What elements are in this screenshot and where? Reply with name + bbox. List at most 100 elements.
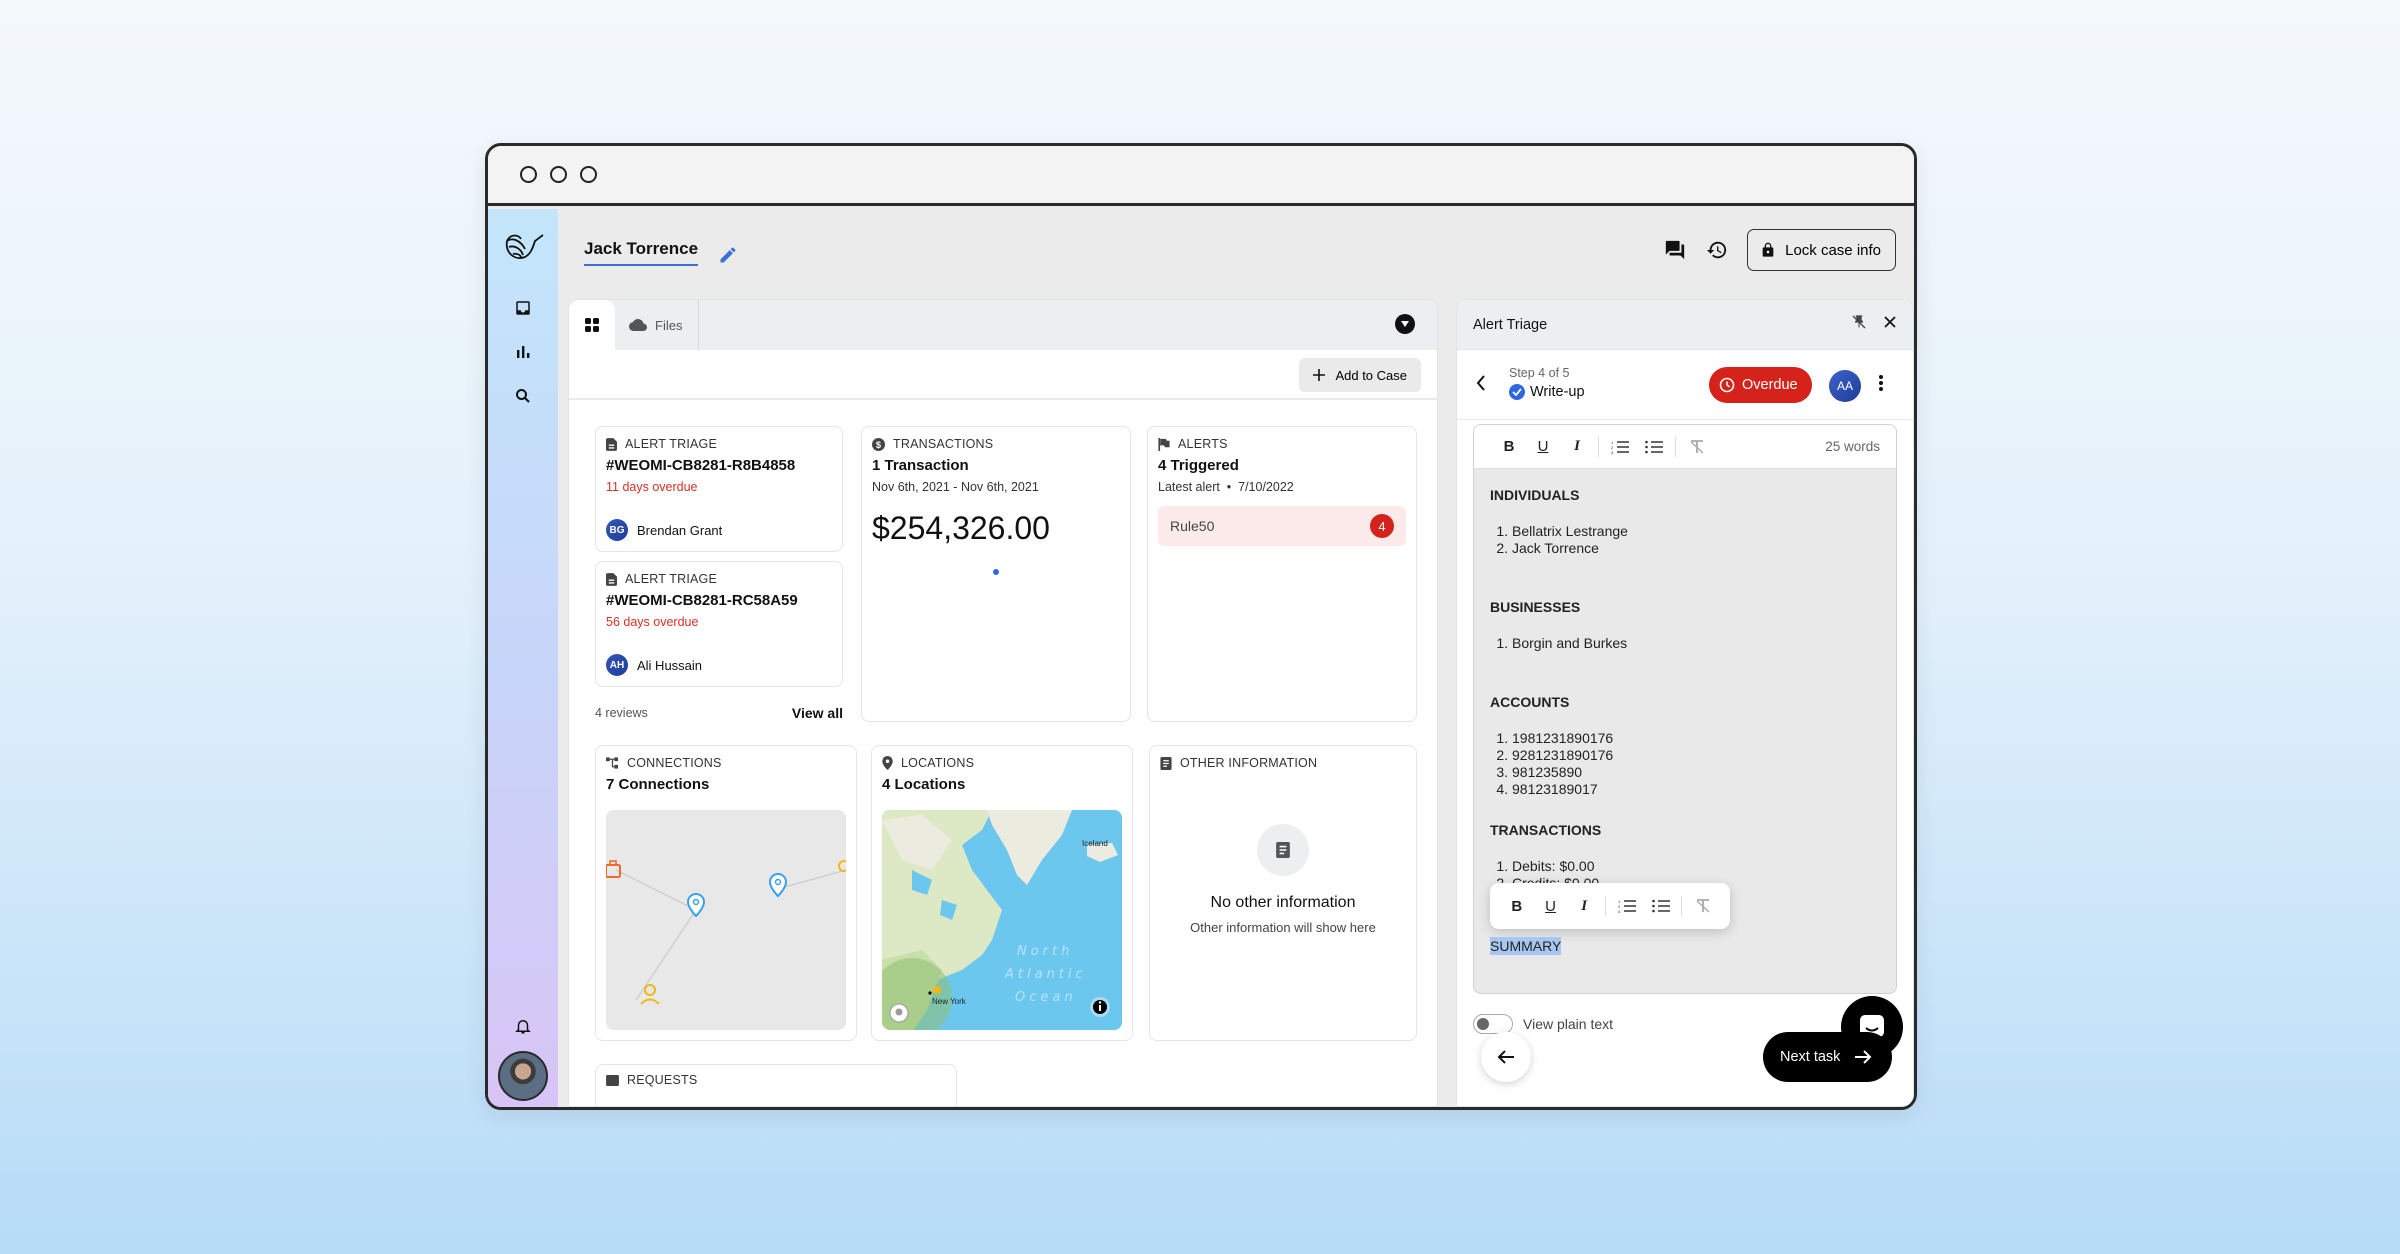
tab-files[interactable]: Files	[615, 300, 700, 350]
underline-button[interactable]: U	[1526, 432, 1560, 462]
arrow-left-icon	[1497, 1050, 1514, 1064]
business-node-icon[interactable]	[606, 860, 621, 878]
panel-tabs: Files	[569, 300, 1437, 350]
bold-button[interactable]: B	[1500, 891, 1534, 921]
card-kicker: OTHER INFORMATION	[1180, 756, 1318, 770]
list-item: Jack Torrence	[1512, 540, 1880, 557]
transactions-card[interactable]: $ TRANSACTIONS 1 Transaction Nov 6th, 202…	[861, 426, 1131, 722]
view-plain-text-toggle[interactable]	[1473, 1014, 1513, 1034]
connections-card[interactable]: CONNECTIONS 7 Connections	[595, 745, 857, 1041]
step-name: Write-up	[1509, 384, 1585, 400]
svg-text:3: 3	[1611, 450, 1614, 454]
bell-icon[interactable]	[512, 1015, 534, 1037]
editor-content[interactable]: INDIVIDUALS Bellatrix Lestrange Jack Tor…	[1474, 469, 1896, 952]
next-task-button[interactable]: Next task	[1763, 1032, 1893, 1082]
clear-format-icon[interactable]	[1680, 432, 1714, 462]
alerts-card[interactable]: ALERTS 4 Triggered Latest alert • 7/10/2…	[1147, 426, 1417, 722]
header-actions: Lock case info	[1663, 229, 1896, 271]
close-icon[interactable]	[1883, 315, 1897, 334]
step-name-label: Write-up	[1530, 384, 1585, 400]
tab-overview[interactable]	[569, 300, 615, 350]
case-title[interactable]: Jack Torrence	[584, 239, 699, 266]
window-titlebar	[488, 146, 1914, 206]
unpin-icon[interactable]	[1851, 314, 1867, 335]
case-overview-panel: Files Add to Case ALERT TRIAGE #WEOMI-CB…	[568, 299, 1438, 1107]
lock-case-info-button[interactable]: Lock case info	[1747, 229, 1896, 271]
history-icon[interactable]	[1705, 238, 1729, 262]
location-node-icon[interactable]	[768, 872, 788, 898]
person-node-icon[interactable]	[838, 860, 846, 872]
connections-graph[interactable]	[606, 810, 846, 1030]
assignee: AH Ali Hussain	[606, 654, 702, 676]
list-item: Debits: $0.00	[1512, 858, 1880, 875]
tab-files-label: Files	[655, 317, 683, 333]
window-maximize-button[interactable]	[580, 166, 597, 183]
assignee-name: Ali Hussain	[637, 657, 703, 673]
panel-title: Alert Triage	[1473, 316, 1548, 333]
window-close-button[interactable]	[520, 166, 537, 183]
numbered-list-icon[interactable]: 123	[1603, 432, 1637, 462]
italic-button[interactable]: I	[1560, 432, 1594, 462]
rule-row[interactable]: Rule50 4	[1158, 506, 1406, 546]
panel-toolbar: Add to Case	[569, 350, 1437, 400]
hummingbird-logo-icon[interactable]	[501, 227, 545, 267]
more-options-icon[interactable]	[1879, 374, 1883, 397]
edit-pencil-icon[interactable]	[718, 245, 738, 265]
cloud-icon	[629, 319, 647, 331]
view-plain-text-row: View plain text	[1473, 1014, 1613, 1034]
card-kicker: CONNECTIONS	[627, 756, 722, 770]
locations-card[interactable]: LOCATIONS 4 Locations Iceland New York N…	[871, 745, 1133, 1041]
bulleted-list-icon[interactable]	[1644, 891, 1678, 921]
location-pin-icon	[882, 756, 893, 770]
write-up-editor[interactable]: B U I 123 25 words INDIVIDUALS Bellatrix…	[1473, 424, 1897, 994]
bulleted-list-icon[interactable]	[1637, 432, 1671, 462]
card-kicker: LOCATIONS	[901, 756, 975, 770]
list-item: Bellatrix Lestrange	[1512, 523, 1880, 540]
bar-chart-icon[interactable]	[512, 341, 534, 363]
previous-task-button[interactable]	[1481, 1032, 1531, 1082]
flag-icon	[1158, 437, 1170, 451]
other-information-card[interactable]: OTHER INFORMATION No other information O…	[1149, 745, 1417, 1041]
lock-icon	[1762, 242, 1774, 257]
selected-text[interactable]: SUMMARY	[1490, 937, 1562, 955]
comments-icon[interactable]	[1663, 238, 1687, 262]
clock-icon	[1719, 377, 1735, 393]
location-node-icon[interactable]	[686, 892, 706, 918]
tabs-dropdown-button[interactable]	[1395, 314, 1415, 334]
map-label-ocean: North	[1017, 944, 1073, 959]
requests-card[interactable]: REQUESTS	[595, 1064, 957, 1106]
window-minimize-button[interactable]	[550, 166, 567, 183]
case-header: Jack Torrence Lock case info	[558, 209, 1914, 299]
lock-case-info-label: Lock case info	[1785, 241, 1881, 259]
toolbar-divider	[1598, 436, 1599, 457]
map-logo-icon[interactable]	[889, 1003, 909, 1023]
bold-button[interactable]: B	[1492, 432, 1526, 462]
svg-text:$: $	[876, 439, 882, 449]
view-all-link[interactable]: View all	[792, 705, 843, 721]
overdue-status-badge[interactable]: Overdue	[1709, 367, 1812, 403]
document-icon	[606, 572, 617, 586]
clear-format-icon[interactable]	[1686, 891, 1720, 921]
section-heading: BUSINESSES	[1490, 599, 1581, 615]
chevron-left-icon[interactable]	[1475, 374, 1487, 397]
underline-button[interactable]: U	[1534, 891, 1568, 921]
italic-button[interactable]: I	[1567, 891, 1601, 921]
alert-triage-card[interactable]: ALERT TRIAGE #WEOMI-CB8281-RC58A59 56 da…	[595, 561, 843, 687]
alert-triage-card[interactable]: ALERT TRIAGE #WEOMI-CB8281-R8B4858 11 da…	[595, 426, 843, 552]
assignee-avatar[interactable]: AA	[1829, 370, 1861, 402]
section-heading: ACCOUNTS	[1490, 694, 1570, 710]
map-label-ocean: Ocean	[1015, 990, 1077, 1005]
empty-notes-icon	[1257, 824, 1309, 876]
inbox-icon[interactable]	[512, 297, 534, 319]
add-to-case-button[interactable]: Add to Case	[1299, 358, 1421, 392]
numbered-list-icon[interactable]: 123	[1610, 891, 1644, 921]
search-icon[interactable]	[512, 385, 534, 407]
card-kicker: ALERT TRIAGE	[625, 437, 718, 451]
locations-map[interactable]: Iceland New York North Atlantic Ocean	[882, 810, 1122, 1030]
carousel-dot[interactable]	[993, 569, 999, 575]
connections-count: 7 Connections	[606, 776, 710, 793]
svg-text:3: 3	[1618, 909, 1621, 913]
check-circle-icon	[1509, 384, 1525, 400]
map-info-icon[interactable]	[1090, 997, 1110, 1017]
user-avatar[interactable]	[498, 1051, 548, 1101]
